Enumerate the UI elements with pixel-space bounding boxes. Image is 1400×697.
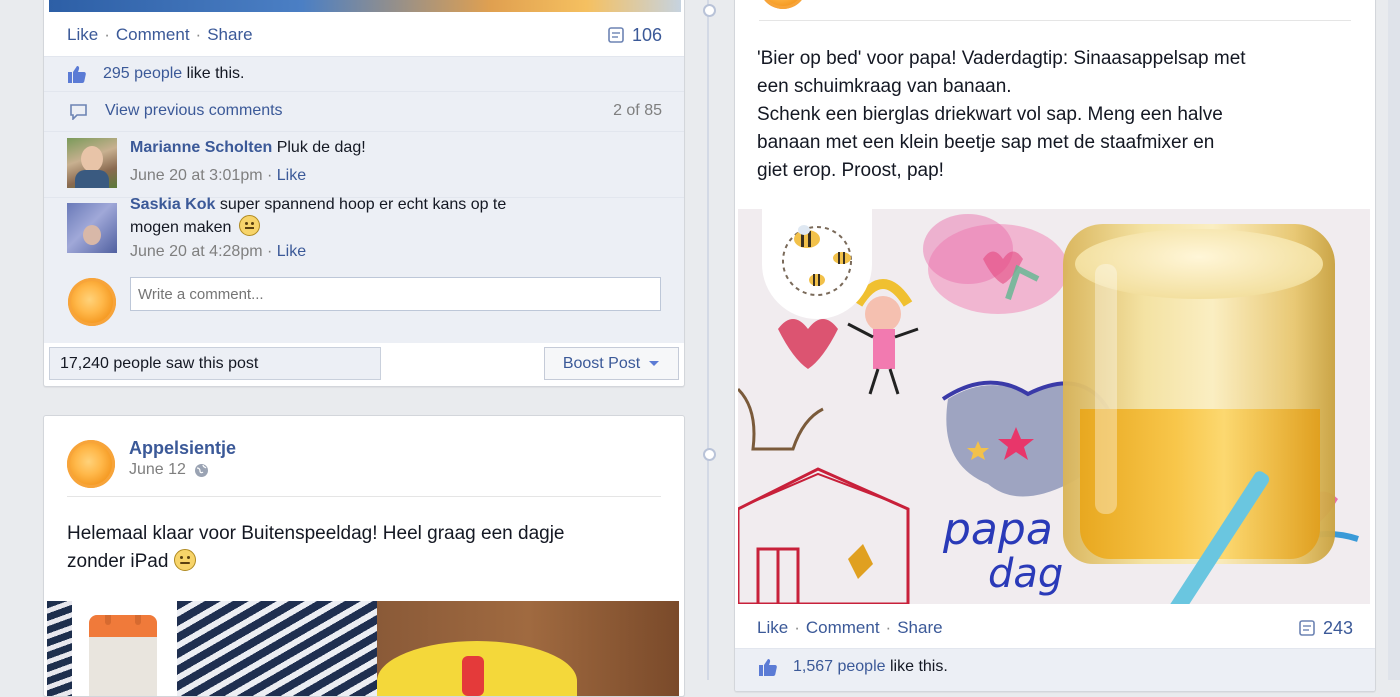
- likes-count-link[interactable]: 295 people: [103, 65, 182, 82]
- page-avatar[interactable]: [67, 440, 115, 488]
- drawing-text-papa: papa: [942, 504, 1053, 555]
- likes-count-link[interactable]: 1,567 people: [793, 658, 886, 675]
- comment-like-link[interactable]: Like: [277, 167, 306, 184]
- globe-icon: [194, 463, 208, 477]
- comment-count-icon: [1299, 620, 1315, 636]
- comment-count-value: 243: [1322, 618, 1353, 638]
- juice-glass: [1055, 224, 1345, 574]
- comment-timestamp[interactable]: June 20 at 3:01pm: [130, 167, 263, 184]
- comment-like-link[interactable]: Like: [277, 243, 306, 260]
- comments-pager: 2 of 85: [613, 102, 662, 119]
- likes-suffix: like this.: [186, 65, 245, 82]
- boost-post-button[interactable]: Boost Post: [544, 347, 679, 380]
- page-scrollbar-track[interactable]: [1388, 0, 1400, 680]
- comment-link[interactable]: Comment: [806, 618, 880, 638]
- likes-row: 295 people like this.: [44, 56, 684, 91]
- comment-text: Pluk de dag!: [276, 139, 366, 156]
- likes-suffix: like this.: [889, 658, 948, 675]
- bee-icon: [782, 225, 852, 296]
- smiley-icon: [238, 215, 260, 236]
- post-text: 'Bier op bed' voor papa! Vaderdagtip: Si…: [757, 48, 1246, 181]
- like-link[interactable]: Like: [757, 618, 788, 638]
- comment-author[interactable]: Marianne Scholten: [130, 139, 272, 156]
- post-actions: Like · Comment · Share: [757, 618, 943, 638]
- boost-post-label: Boost Post: [562, 354, 641, 372]
- timeline-dot: [703, 448, 716, 461]
- likes-row: 1,567 people like this.: [735, 648, 1375, 691]
- post-card-left-bottom: Appelsientje June 12 Helemaal klaar voor…: [43, 415, 685, 697]
- comment-bubble-icon: [70, 104, 87, 120]
- timeline-dot: [703, 4, 716, 17]
- like-link[interactable]: Like: [67, 25, 98, 45]
- page-avatar-small: [68, 278, 116, 326]
- calendar-icon: [89, 615, 157, 696]
- timeline-spine: [707, 0, 709, 680]
- commenter-avatar[interactable]: [67, 203, 117, 253]
- comment-link[interactable]: Comment: [116, 25, 190, 45]
- commenter-avatar[interactable]: [67, 138, 117, 188]
- post-actions: Like · Comment · Share: [67, 25, 253, 45]
- thumbs-up-icon: [68, 66, 86, 83]
- post-author[interactable]: Appelsientje: [129, 438, 236, 459]
- post-reach: 17,240 people saw this post: [49, 347, 381, 380]
- comment-input[interactable]: [130, 277, 661, 311]
- view-previous-row: View previous comments 2 of 85: [44, 91, 684, 131]
- post-image-bottom-edge: [49, 0, 681, 12]
- page-avatar[interactable]: [759, 0, 807, 9]
- comment-item: Marianne Scholten Pluk de dag! June 20 a…: [44, 131, 684, 197]
- comment-count[interactable]: 106: [607, 25, 662, 46]
- post-photo[interactable]: [47, 601, 679, 696]
- photo-badge: [762, 209, 872, 319]
- post-card-right: 'Bier op bed' voor papa! Vaderdagtip: Si…: [734, 0, 1376, 692]
- comment-count-value: 106: [631, 25, 662, 45]
- view-previous-comments-link[interactable]: View previous comments: [105, 102, 283, 120]
- post-text: Helemaal klaar voor Buitenspeeldag! Heel…: [67, 523, 565, 572]
- comment-item: Saskia Kok super spannend hoop er echt k…: [44, 196, 684, 343]
- comment-author[interactable]: Saskia Kok: [130, 196, 215, 213]
- drawing-text-dag: dag: [988, 551, 1063, 597]
- share-link[interactable]: Share: [207, 25, 252, 45]
- comment-count-icon: [608, 27, 624, 43]
- post-photo[interactable]: papa dag: [738, 209, 1370, 604]
- share-link[interactable]: Share: [897, 618, 942, 638]
- comment-text-line1: super spannend hoop er echt kans op te: [219, 196, 507, 213]
- post-date[interactable]: June 12: [129, 461, 186, 479]
- chevron-down-icon: [649, 360, 660, 366]
- smiley-icon: [173, 549, 196, 571]
- comment-text-line2: mogen maken: [130, 219, 232, 236]
- post-card-left-top: Like · Comment · Share 106 295 people li…: [43, 0, 685, 387]
- comment-count[interactable]: 243: [1298, 618, 1353, 639]
- thumbs-up-icon: [759, 659, 777, 676]
- comment-timestamp[interactable]: June 20 at 4:28pm: [130, 243, 263, 260]
